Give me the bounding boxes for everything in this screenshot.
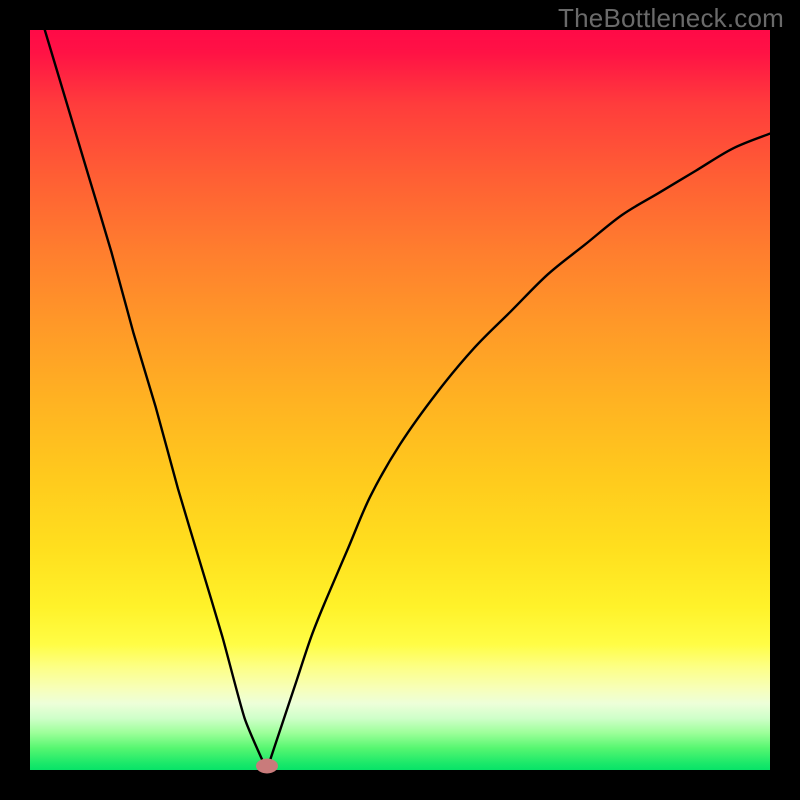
bottleneck-curve [30, 30, 770, 770]
chart-frame: TheBottleneck.com [0, 0, 800, 800]
watermark-text: TheBottleneck.com [558, 3, 784, 34]
optimal-point-marker [256, 759, 278, 774]
plot-area [30, 30, 770, 770]
